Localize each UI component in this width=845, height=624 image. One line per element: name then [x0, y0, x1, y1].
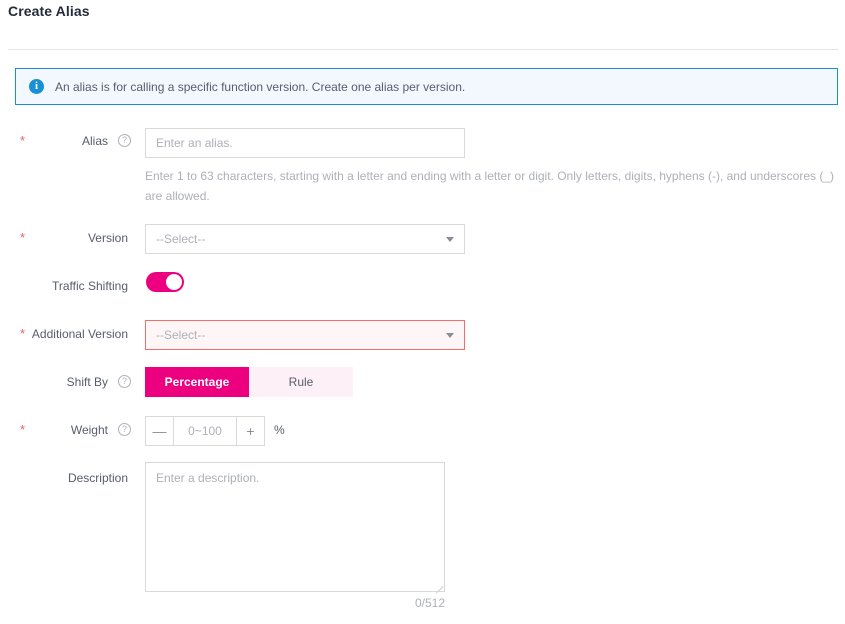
traffic-shifting-label: Traffic Shifting — [0, 279, 128, 293]
weight-help-icon[interactable]: ? — [118, 423, 131, 436]
alias-input[interactable] — [145, 128, 465, 158]
chevron-down-icon — [446, 333, 454, 338]
version-select[interactable]: --Select-- — [145, 224, 465, 254]
page-title: Create Alias — [8, 3, 90, 19]
alias-helper-text: Enter 1 to 63 characters, starting with … — [145, 166, 845, 206]
alias-help-icon[interactable]: ? — [118, 134, 131, 147]
shift-by-option-rule[interactable]: Rule — [249, 367, 353, 397]
shift-by-help-icon[interactable]: ? — [118, 375, 131, 388]
additional-version-select[interactable]: --Select-- — [145, 320, 465, 350]
traffic-shifting-toggle[interactable] — [146, 272, 184, 292]
toggle-knob — [166, 274, 182, 290]
info-banner: i An alias is for calling a specific fun… — [15, 68, 838, 105]
header-divider — [8, 49, 838, 50]
weight-decrement-button[interactable]: — — [146, 417, 174, 445]
version-label: Version — [0, 231, 128, 245]
additional-version-label: Additional Version — [0, 327, 128, 341]
alias-label: Alias — [0, 134, 108, 148]
description-label: Description — [0, 471, 128, 485]
weight-increment-button[interactable]: + — [236, 417, 264, 445]
weight-unit-suffix: % — [274, 423, 285, 437]
description-field-wrapper: 0/512 — [145, 462, 445, 592]
weight-label: Weight — [0, 423, 108, 437]
version-select-value: --Select-- — [156, 232, 446, 246]
weight-input[interactable] — [174, 417, 236, 445]
shift-by-label: Shift By — [0, 375, 108, 389]
info-icon: i — [29, 79, 44, 94]
additional-version-select-value: --Select-- — [156, 328, 446, 342]
weight-stepper: — + — [145, 416, 265, 446]
info-banner-text: An alias is for calling a specific funct… — [55, 80, 465, 94]
shift-by-segmented-control: Percentage Rule — [145, 367, 353, 397]
chevron-down-icon — [446, 237, 454, 242]
description-char-counter: 0/512 — [415, 596, 445, 610]
description-textarea[interactable] — [145, 462, 445, 592]
shift-by-option-percentage[interactable]: Percentage — [145, 367, 249, 397]
